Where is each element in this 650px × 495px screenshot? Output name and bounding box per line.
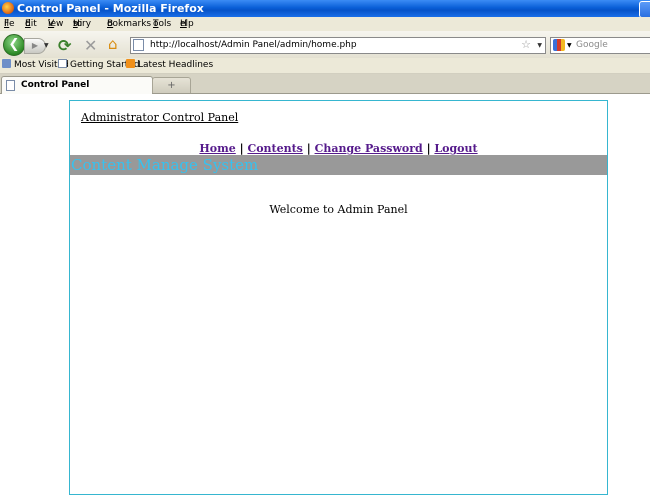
page-icon [133,39,144,51]
rss-feed-icon [126,59,135,68]
search-box[interactable]: ▼ Google [550,37,650,54]
page-icon [58,59,67,68]
new-tab-button[interactable]: + [152,77,191,93]
bookmarks-toolbar: Most Visited Getting Started Latest Head… [0,58,650,74]
nav-home-link[interactable]: Home [199,142,235,155]
search-placeholder[interactable]: Google [576,38,608,53]
minimize-window-icon[interactable] [639,1,650,18]
nav-separator: | [235,142,248,155]
cms-title: Content Manage System [71,156,259,174]
url-dropdown-icon[interactable]: ▼ [537,38,542,53]
nav-separator: | [302,142,315,155]
admin-panel-container: Administrator Control Panel Home | Conte… [69,100,608,495]
forward-arrow-icon[interactable]: ▶ [24,38,46,54]
firefox-logo-icon [2,2,14,14]
stop-icon[interactable]: ✕ [84,36,97,55]
page-viewport: Administrator Control Panel Home | Conte… [0,94,650,495]
back-arrow-icon[interactable]: ❮ [3,34,25,56]
reload-icon[interactable]: ⟳ [58,36,71,55]
home-icon[interactable]: ⌂ [108,35,118,53]
tab-control-panel[interactable]: Control Panel [1,76,153,94]
menubar: File Edit View Hi s tory Bookmarks Tools H… [0,17,650,31]
google-search-engine-icon[interactable] [553,39,565,51]
folder-icon [2,59,11,68]
bookmark-latest-headlines[interactable]: Latest Headlines [126,58,213,73]
nav-change-password-link[interactable]: Change Password [315,142,423,155]
window-title: Control Panel - Mozilla Firefox [17,2,204,15]
nav-contents-link[interactable]: Contents [247,142,302,155]
bookmark-star-icon[interactable]: ☆ [521,38,531,52]
search-engine-dropdown-icon[interactable]: ▼ [567,38,572,53]
tab-label: Control Panel [21,80,90,90]
page-title: Administrator Control Panel [81,111,239,124]
url-text[interactable]: http://localhost/Admin Panel/admin/home.… [150,38,357,53]
nav-separator: | [422,142,435,155]
page-icon [6,80,15,91]
nav-logout-link[interactable]: Logout [434,142,477,155]
cms-header-bar: Content Manage System [70,155,607,175]
history-dropdown-icon[interactable]: ▼ [44,42,49,49]
welcome-message: Welcome to Admin Panel [269,203,408,216]
window-titlebar[interactable]: Control Panel - Mozilla Firefox [0,0,650,18]
admin-nav: Home | Contents | Change Password | Logo… [70,142,607,155]
tab-strip: Control Panel + [0,74,650,94]
navigation-toolbar: ❮ ▶ ▼ ⟳ ✕ ⌂ http://localhost/Admin Panel… [0,31,650,58]
url-bar[interactable]: http://localhost/Admin Panel/admin/home.… [130,37,546,54]
